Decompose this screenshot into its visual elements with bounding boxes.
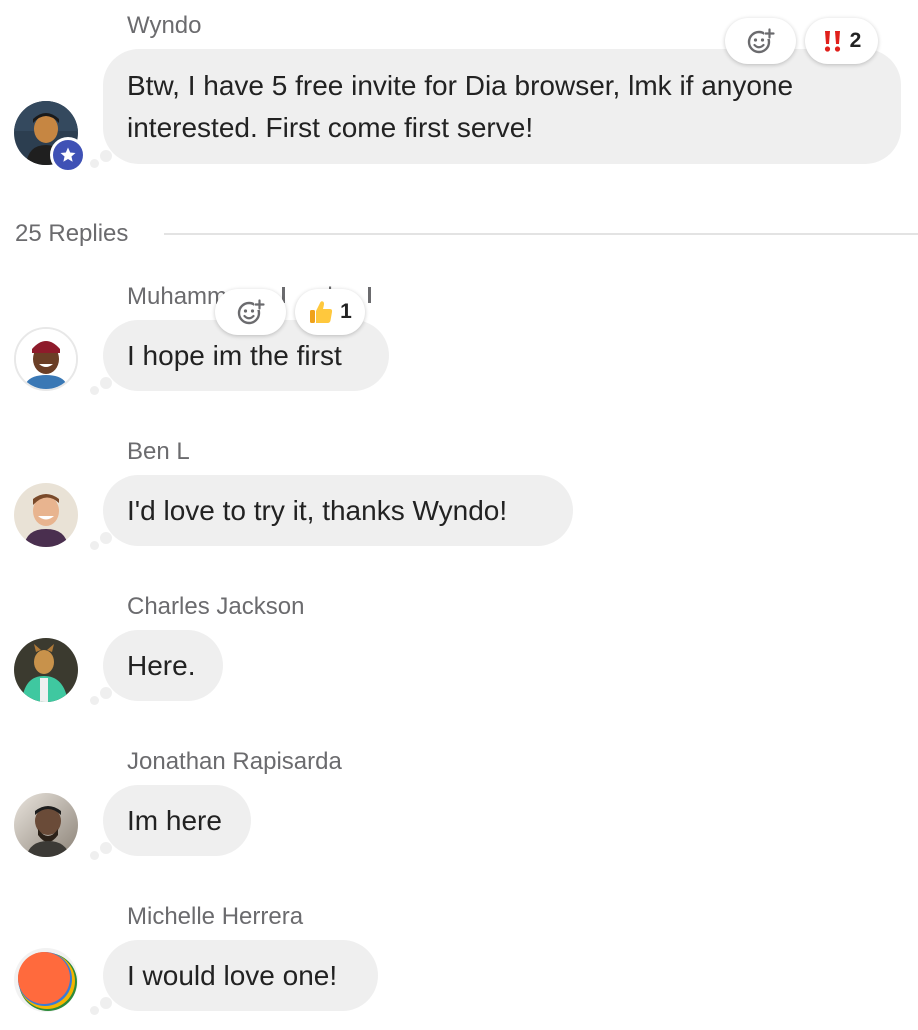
message-text: Here.	[127, 649, 196, 681]
message-bubble[interactable]: Here.	[103, 630, 223, 701]
avatar-image	[14, 483, 78, 547]
bubble-tail	[100, 532, 112, 544]
bubble-tail	[90, 541, 99, 550]
admin-star-badge	[50, 137, 86, 173]
avatar-image	[14, 793, 78, 857]
bubble-tail	[90, 159, 99, 168]
bubble-tail	[90, 386, 99, 395]
bubble-tail	[90, 851, 99, 860]
add-reaction-icon	[237, 299, 265, 325]
message-bubble[interactable]: Btw, I have 5 free invite for Dia browse…	[103, 49, 901, 164]
replies-divider	[164, 233, 918, 235]
add-reaction-button[interactable]	[215, 289, 286, 335]
message-text: I'd love to try it, thanks Wyndo!	[127, 494, 508, 526]
bubble-tail	[100, 377, 112, 389]
message-bubble[interactable]: I'd love to try it, thanks Wyndo!	[103, 475, 573, 546]
avatar[interactable]	[14, 327, 78, 391]
sender-name: Wyndo	[127, 12, 202, 39]
message-bubble[interactable]: I would love one!	[103, 940, 378, 1011]
bubble-tail	[100, 687, 112, 699]
sender-name: Ben L	[127, 438, 190, 465]
message-text: Im here	[127, 804, 222, 836]
avatar-image	[14, 638, 78, 702]
sender-name: Jonathan Rapisarda	[127, 748, 342, 775]
bubble-tail	[100, 997, 112, 1009]
avatar[interactable]	[14, 793, 78, 857]
reaction-count: 1	[340, 300, 352, 323]
avatar[interactable]	[14, 948, 78, 1012]
avatar-image	[16, 329, 76, 389]
message-bubble[interactable]: Im here	[103, 785, 251, 856]
message-text: I hope im the first	[127, 339, 342, 371]
sender-name-fragment	[368, 287, 371, 303]
add-reaction-button[interactable]	[725, 18, 796, 64]
avatar[interactable]	[14, 483, 78, 547]
sender-name: Michelle Herrera	[127, 903, 304, 930]
bubble-tail	[90, 696, 99, 705]
double-exclamation-icon	[824, 31, 840, 52]
avatar[interactable]	[14, 638, 78, 702]
replies-count-label: 25 Replies	[15, 220, 129, 247]
message-text: Btw, I have 5 free invite for Dia browse…	[127, 69, 794, 143]
add-reaction-icon	[747, 28, 775, 54]
bubble-tail	[100, 150, 112, 162]
reaction-count: 2	[849, 29, 862, 52]
avatar[interactable]	[14, 101, 86, 173]
reaction-thumbs-up[interactable]: 1	[295, 289, 365, 335]
avatar-image	[14, 948, 78, 1012]
thumbs-up-icon	[310, 301, 333, 323]
star-icon	[60, 147, 76, 162]
bubble-tail	[100, 842, 112, 854]
bubble-tail	[90, 1006, 99, 1015]
message-text: I would love one!	[127, 959, 338, 991]
reaction-double-exclamation[interactable]: 2	[805, 18, 878, 64]
sender-name: Charles Jackson	[127, 593, 305, 620]
